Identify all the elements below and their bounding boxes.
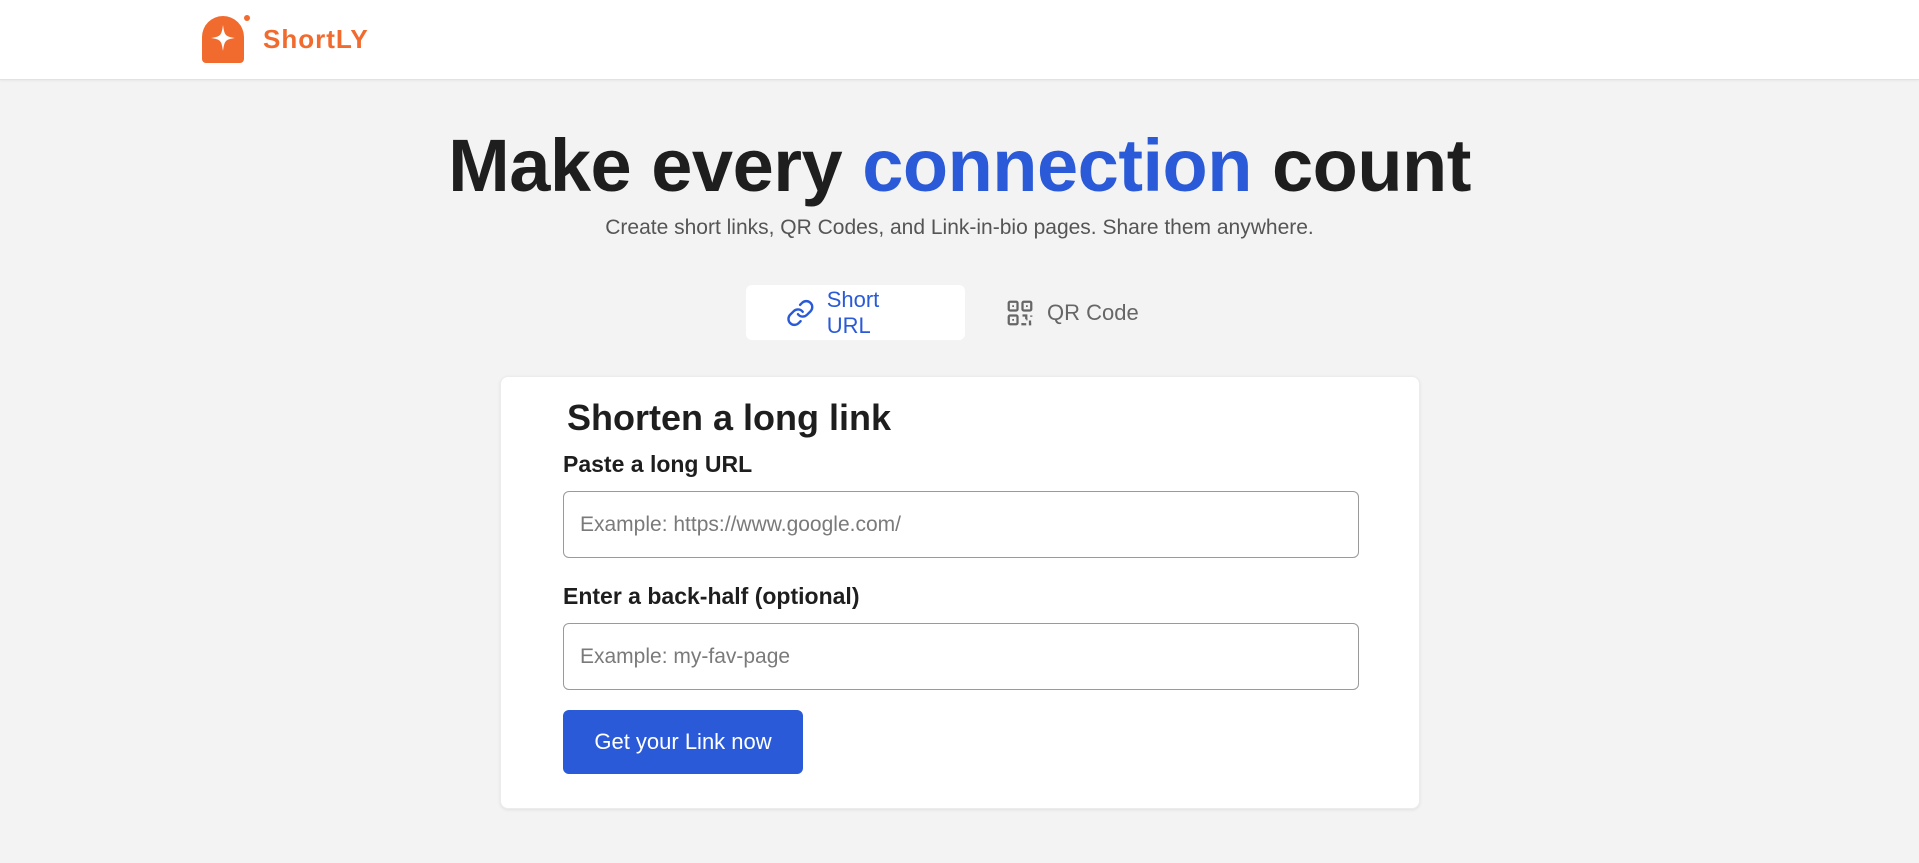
long-url-label: Paste a long URL <box>563 451 753 477</box>
get-link-button[interactable]: Get your Link now <box>563 710 803 774</box>
back-half-label: Enter a back-half (optional) <box>563 583 860 609</box>
card-title: Shorten a long link <box>567 397 892 438</box>
long-url-input[interactable] <box>563 491 1359 558</box>
hero-title-accent: connection <box>862 124 1252 207</box>
brand-name: ShortLY <box>263 23 369 54</box>
shorten-link-card: Shorten a long link Paste a long URL Ent… <box>500 376 1420 809</box>
hero-title-end: count <box>1251 124 1471 207</box>
qr-code-icon <box>1007 300 1033 325</box>
hero-title: Make every connection count <box>0 118 1919 214</box>
tab-short-url[interactable]: Short URL <box>746 285 965 340</box>
shortly-logo-icon <box>202 15 250 63</box>
link-icon <box>787 299 814 326</box>
tab-qr-code[interactable]: QR Code <box>965 285 1179 340</box>
tab-short-url-label: Short URL <box>826 286 880 338</box>
hero-subtitle: Create short links, QR Codes, and Link-i… <box>605 216 1314 239</box>
top-navbar: ShortLY <box>0 0 1919 80</box>
tab-qr-code-label: QR Code <box>1047 299 1139 325</box>
hero-title-start: Make every <box>448 124 863 207</box>
brand-home-link[interactable]: ShortLY <box>199 13 369 65</box>
mode-tabs: Short URL QR Code <box>746 285 1179 340</box>
back-half-input[interactable] <box>563 623 1359 690</box>
